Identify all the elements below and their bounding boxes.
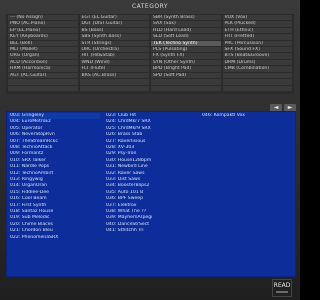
patch-list-item[interactable] bbox=[8, 267, 100, 273]
window-title: CATEGORY bbox=[131, 3, 169, 10]
category-item[interactable] bbox=[151, 85, 221, 92]
category-grid: --- (No Assign) PNO (AC.Piano) EP (EL.Pian… bbox=[8, 15, 292, 92]
patch-list-item[interactable] bbox=[104, 267, 196, 273]
category-item[interactable] bbox=[8, 85, 78, 92]
patch-list-item[interactable] bbox=[200, 267, 292, 273]
read-button-label: READ bbox=[273, 282, 291, 289]
patch-list-grid: 003: Gringeley 004: EuroMetroEz 005: Opera… bbox=[8, 113, 292, 273]
category-item[interactable] bbox=[79, 85, 149, 92]
read-button[interactable]: READ bbox=[272, 279, 292, 297]
read-button-indicator bbox=[276, 291, 288, 293]
patch-browser-window: CATEGORY --- (No Assign) PNO (AC.Piano) EP… bbox=[0, 0, 300, 300]
category-item[interactable] bbox=[222, 85, 292, 92]
